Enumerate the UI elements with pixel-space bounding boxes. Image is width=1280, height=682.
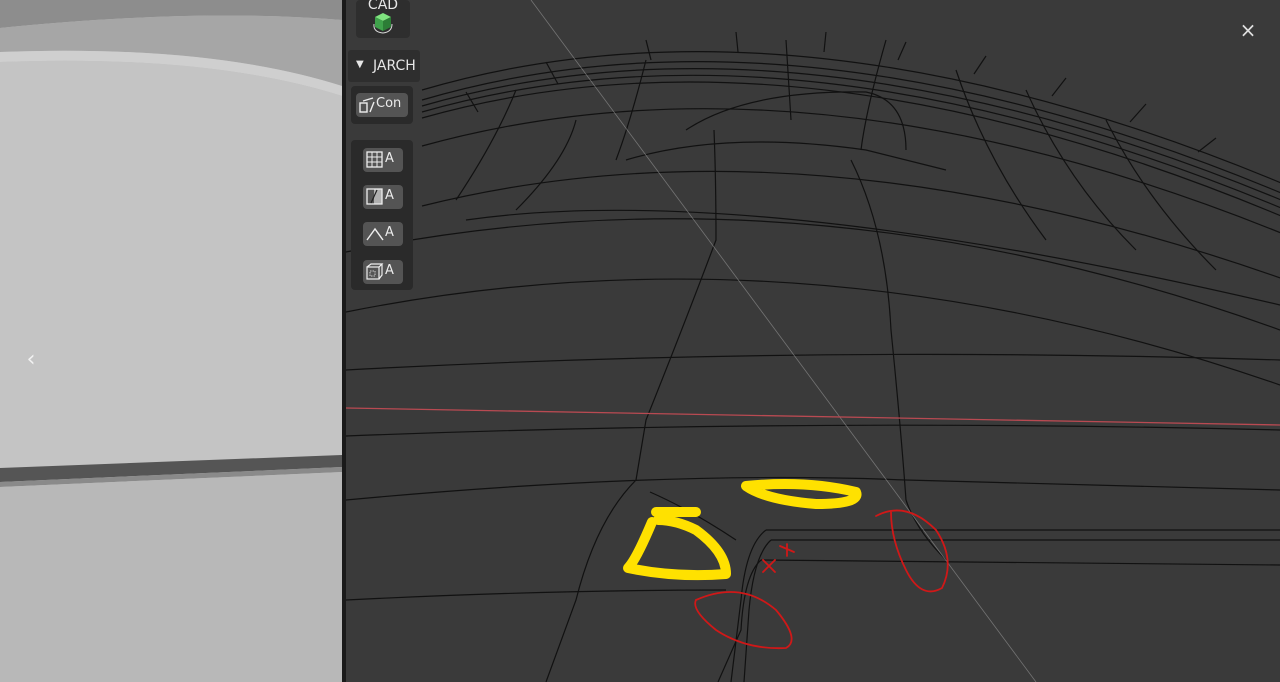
grid-icon	[366, 151, 383, 168]
tool-button-angle-label: A	[385, 225, 394, 240]
tool-button-half-square-label: A	[385, 188, 394, 203]
solid-render	[0, 0, 342, 682]
wireframe-mesh	[346, 0, 1280, 682]
nav-prev-chevron-left-icon[interactable]: ‹	[20, 346, 42, 374]
tool-button-grid-label: A	[385, 151, 394, 166]
tool-button-angle[interactable]: A	[363, 222, 403, 246]
tool-button-cube-label: A	[385, 263, 394, 278]
tool-button-half-square[interactable]: A	[363, 185, 403, 209]
tool-button-cube[interactable]: A	[363, 260, 403, 284]
cad-cube-icon	[373, 13, 393, 34]
half-square-icon	[366, 188, 383, 205]
tool-group-snap: A A A A	[351, 140, 413, 290]
con-button[interactable]: Con	[356, 93, 408, 117]
wireframe-viewport[interactable]: CAD ▼ JARCH Con A A A A	[346, 0, 1280, 682]
con-button-label: Con	[376, 96, 402, 111]
close-button-close-icon[interactable]: ×	[1236, 18, 1260, 42]
angle-icon	[366, 227, 384, 241]
tool-button-grid[interactable]: A	[363, 148, 403, 172]
panel-header-jarch[interactable]: ▼ JARCH	[348, 50, 420, 82]
cube-icon	[366, 263, 384, 280]
tool-group-con: Con	[351, 86, 413, 124]
cad-logo[interactable]: CAD	[356, 0, 410, 38]
constraint-icon	[359, 97, 375, 113]
collapse-triangle-icon: ▼	[356, 59, 364, 70]
panel-header-label: JARCH	[373, 58, 416, 74]
left-viewport[interactable]: ‹	[0, 0, 342, 682]
